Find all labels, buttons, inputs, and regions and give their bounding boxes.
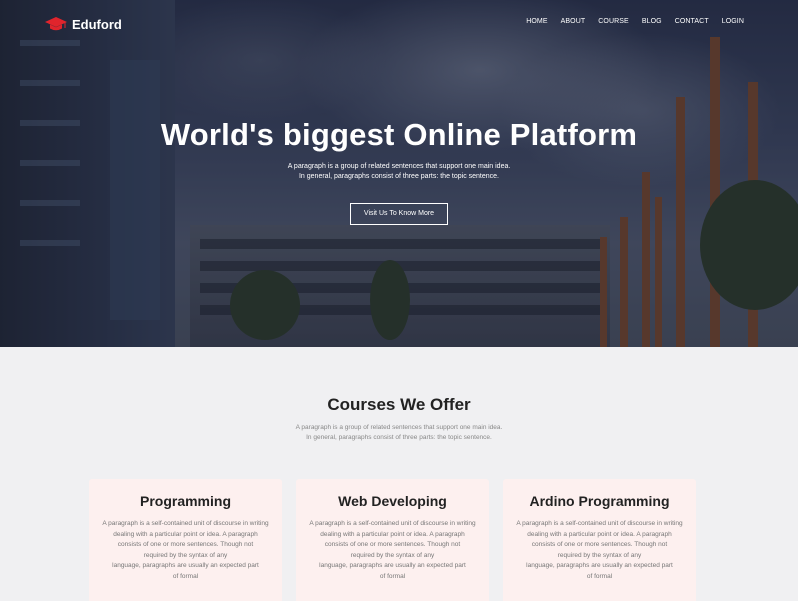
course-card-line: of formal [379, 572, 406, 580]
course-card-line: language, paragraphs are usually an expe… [112, 562, 259, 569]
course-card-line: language, paragraphs are usually an expe… [319, 562, 466, 569]
course-card-programming[interactable]: Programming A paragraph is a self-contai… [89, 479, 282, 601]
nav-link-about[interactable]: ABOUT [561, 18, 586, 25]
hero-subtitle-line: A paragraph is a group of related senten… [287, 163, 511, 170]
course-card-text: A paragraph is a self-contained unit of … [89, 519, 282, 582]
top-navbar: Eduford HOME ABOUT COURSE BLOG CONTACT L… [0, 0, 798, 46]
course-card-line: A paragraph is a self-contained unit of … [516, 520, 683, 527]
course-card-line: of formal [586, 572, 613, 580]
course-card-title: Ardino Programming [529, 493, 670, 509]
course-card-line: dealing with a particular point or idea.… [320, 530, 465, 538]
course-card-line: language, paragraphs are usually an expe… [526, 562, 673, 569]
courses-subtitle-line: A paragraph is a group of related senten… [295, 424, 503, 431]
course-card-title: Web Developing [338, 493, 447, 509]
hero-section: Eduford HOME ABOUT COURSE BLOG CONTACT L… [0, 0, 798, 347]
nav-link-contact[interactable]: CONTACT [675, 18, 709, 25]
nav-menu: HOME ABOUT COURSE BLOG CONTACT LOGIN [526, 18, 744, 25]
hero-content: World's biggest Online Platform A paragr… [0, 117, 798, 225]
course-card-line: dealing with a particular point or idea.… [113, 530, 258, 538]
courses-section: Courses We Offer A paragraph is a group … [0, 347, 798, 601]
nav-link-home[interactable]: HOME [526, 18, 547, 25]
courses-subtitle-line: In general, paragraphs consist of three … [306, 434, 492, 441]
hero-subtitle: A paragraph is a group of related senten… [0, 162, 798, 182]
course-card-line: A paragraph is a self-contained unit of … [102, 520, 269, 527]
visit-us-button[interactable]: Visit Us To Know More [350, 203, 448, 225]
course-card-text: A paragraph is a self-contained unit of … [296, 519, 489, 582]
course-card-line: consists of one or more sentences. Thoug… [531, 541, 668, 548]
nav-link-blog[interactable]: BLOG [642, 18, 662, 25]
course-card-line: required by the syntax of any [350, 551, 435, 559]
graduation-cap-icon [45, 17, 67, 31]
courses-subtitle: A paragraph is a group of related senten… [0, 423, 798, 443]
course-card-ardino-programming[interactable]: Ardino Programming A paragraph is a self… [503, 479, 696, 601]
course-card-line: consists of one or more sentences. Thoug… [324, 541, 461, 548]
course-card-line: A paragraph is a self-contained unit of … [309, 520, 476, 527]
course-card-line: of formal [172, 572, 199, 580]
courses-title: Courses We Offer [327, 395, 471, 414]
hero-title: World's biggest Online Platform [160, 117, 638, 152]
course-card-line: dealing with a particular point or idea.… [527, 530, 672, 538]
brand-name: Eduford [72, 16, 122, 32]
course-card-line: required by the syntax of any [143, 551, 228, 559]
nav-link-course[interactable]: COURSE [598, 18, 629, 25]
course-card-line: required by the syntax of any [557, 551, 642, 559]
course-card-title: Programming [139, 493, 231, 509]
hero-subtitle-line: In general, paragraphs consist of three … [298, 173, 499, 180]
course-card-line: consists of one or more sentences. Thoug… [117, 541, 254, 548]
course-card-web-developing[interactable]: Web Developing A paragraph is a self-con… [296, 479, 489, 601]
nav-link-login[interactable]: LOGIN [722, 18, 744, 25]
brand-logo[interactable]: Eduford [44, 15, 122, 33]
course-card-text: A paragraph is a self-contained unit of … [503, 519, 696, 582]
